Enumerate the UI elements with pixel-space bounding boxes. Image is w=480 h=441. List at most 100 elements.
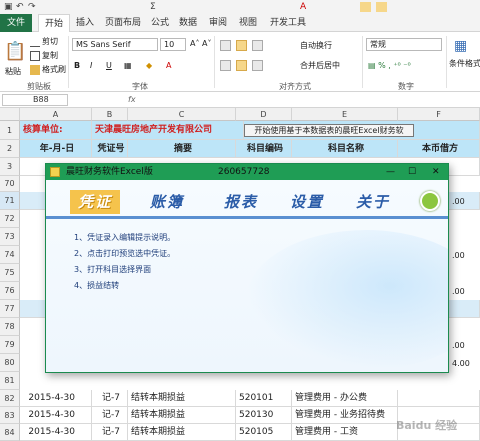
row-header[interactable]: 75 <box>0 264 20 282</box>
help-item[interactable]: 2、点击打印预览选中凭证。 <box>74 248 175 259</box>
voucher-cell[interactable]: 记-7 <box>92 407 128 424</box>
tab-home[interactable]: 开始 <box>38 14 70 33</box>
tab-review[interactable]: 审阅 <box>206 14 230 32</box>
close-icon[interactable]: ✕ <box>432 164 440 180</box>
row-header[interactable]: 77 <box>0 300 20 318</box>
account-name-cell[interactable]: 管理费用 - 工资 <box>292 424 398 441</box>
header-account-name[interactable]: 科目名称 <box>292 140 398 158</box>
account-name-cell[interactable]: 管理费用 - 业务招待费 <box>292 407 398 424</box>
conditional-format-button[interactable]: 条件格式 <box>449 58 480 70</box>
header-voucher[interactable]: 凭证号 <box>92 140 128 158</box>
tab-view[interactable]: 视图 <box>236 14 260 32</box>
voucher-cell[interactable]: 记-7 <box>92 390 128 407</box>
align-center-icon[interactable] <box>236 60 247 71</box>
highlight-icon-2[interactable] <box>376 2 387 12</box>
row-header[interactable]: 81 <box>0 372 20 390</box>
summary-cell[interactable]: 结转本期损益 <box>128 390 236 407</box>
company-name-cell[interactable]: 天津晨旺房地产开发有限公司 <box>92 121 244 140</box>
bold-button[interactable]: B <box>74 60 80 72</box>
number-format-select[interactable]: 常规 <box>366 38 442 51</box>
column-header-f[interactable]: F <box>398 108 480 121</box>
help-item[interactable]: 4、损益结转 <box>74 280 119 291</box>
row-header[interactable]: 73 <box>0 228 20 246</box>
column-header-c[interactable]: C <box>128 108 236 121</box>
menu-voucher[interactable]: 凭证 <box>70 190 121 214</box>
date-cell[interactable]: 2015-4-30 <box>20 390 92 407</box>
highlight-icon[interactable] <box>360 2 371 12</box>
cut-button[interactable]: 剪切 <box>30 36 58 48</box>
align-left-icon[interactable] <box>220 60 231 71</box>
menu-report[interactable]: 报表 <box>224 190 258 214</box>
tab-insert[interactable]: 插入 <box>72 14 98 32</box>
row-header[interactable]: 78 <box>0 318 20 336</box>
row-header[interactable]: 70 <box>0 176 20 192</box>
maximize-icon[interactable]: ☐ <box>408 164 416 180</box>
menu-settings[interactable]: 设置 <box>290 190 324 214</box>
column-header-a[interactable]: A <box>20 108 92 121</box>
date-cell[interactable]: 2015-4-30 <box>20 407 92 424</box>
fill-color-icon[interactable]: ◆ <box>146 60 152 72</box>
border-icon[interactable]: ▦ <box>124 60 132 72</box>
tab-formulas[interactable]: 公式 <box>148 14 172 32</box>
align-right-icon[interactable] <box>252 60 263 71</box>
menu-ledger[interactable]: 账簿 <box>150 190 184 214</box>
text-color-icon[interactable]: A <box>166 60 171 72</box>
header-summary[interactable]: 摘要 <box>128 140 236 158</box>
name-box[interactable]: B88 <box>2 94 68 106</box>
tab-file[interactable]: 文件 <box>0 14 32 32</box>
row-header[interactable]: 79 <box>0 336 20 354</box>
org-label-cell[interactable]: 核算单位: <box>20 121 92 140</box>
font-grow-icon[interactable]: A˄ A˅ <box>190 38 212 50</box>
undo-icon[interactable]: ↶ <box>16 0 24 14</box>
save-icon[interactable]: ▣ <box>4 0 13 14</box>
column-header-e[interactable]: E <box>292 108 398 121</box>
format-painter-button[interactable]: 格式刷 <box>30 64 66 76</box>
row-header[interactable]: 2 <box>0 140 20 158</box>
row-header[interactable]: 74 <box>0 246 20 264</box>
currency-icon[interactable]: ▤ % , ⁺⁰ ⁻⁰ <box>368 60 411 72</box>
paste-icon[interactable]: 📋 <box>4 43 26 61</box>
account-name-cell[interactable]: 管理费用 - 办公费 <box>292 390 398 407</box>
date-cell[interactable]: 2015-4-30 <box>20 424 92 441</box>
debit-cell[interactable] <box>398 390 480 407</box>
row-header[interactable]: 71 <box>0 192 20 210</box>
conditional-format-icon[interactable]: ▦ <box>454 39 467 53</box>
row-header[interactable]: 84 <box>0 424 20 441</box>
font-size-select[interactable]: 10 <box>160 38 186 51</box>
row-header[interactable]: 3 <box>0 158 20 176</box>
row-header[interactable]: 1 <box>0 121 20 140</box>
fx-button[interactable]: fx <box>128 94 136 106</box>
row-header[interactable]: 76 <box>0 282 20 300</box>
select-all-corner[interactable] <box>0 108 20 121</box>
wrap-text-button[interactable]: 自动换行 <box>300 40 332 52</box>
header-account-code[interactable]: 科目编码 <box>236 140 292 158</box>
row-header[interactable]: 72 <box>0 210 20 228</box>
row-header[interactable]: 83 <box>0 407 20 424</box>
account-code-cell[interactable]: 520101 <box>236 390 292 407</box>
tab-developer[interactable]: 开发工具 <box>268 14 308 32</box>
start-software-button[interactable]: 开始使用基于本数据表的晨旺Excel财务软 <box>244 124 414 137</box>
align-bottom-icon[interactable] <box>252 40 263 51</box>
tab-page-layout[interactable]: 页面布局 <box>102 14 144 32</box>
header-debit[interactable]: 本币借方 <box>398 140 480 158</box>
minimize-icon[interactable]: — <box>386 164 395 180</box>
paste-button[interactable]: 粘贴 <box>5 66 21 78</box>
help-item[interactable]: 3、打开科目选择界面 <box>74 264 151 275</box>
copy-button[interactable]: 复制 <box>30 50 58 62</box>
merge-center-button[interactable]: 合并后居中 <box>300 60 340 72</box>
align-middle-icon[interactable] <box>236 40 247 51</box>
account-code-cell[interactable]: 520105 <box>236 424 292 441</box>
summary-cell[interactable]: 结转本期损益 <box>128 424 236 441</box>
underline-button[interactable]: U <box>106 60 112 72</box>
account-code-cell[interactable]: 520130 <box>236 407 292 424</box>
header-date[interactable]: 年-月-日 <box>20 140 92 158</box>
font-name-select[interactable]: MS Sans Serif <box>72 38 158 51</box>
redo-icon[interactable]: ↷ <box>28 0 36 14</box>
italic-button[interactable]: I <box>90 60 92 72</box>
font-color-icon[interactable]: A <box>300 0 306 14</box>
tab-data[interactable]: 数据 <box>176 14 200 32</box>
help-item[interactable]: 1、凭证录入编辑提示说明。 <box>74 232 175 243</box>
column-header-d[interactable]: D <box>236 108 292 121</box>
menu-about[interactable]: 关于 <box>356 190 390 214</box>
row-header[interactable]: 82 <box>0 390 20 407</box>
